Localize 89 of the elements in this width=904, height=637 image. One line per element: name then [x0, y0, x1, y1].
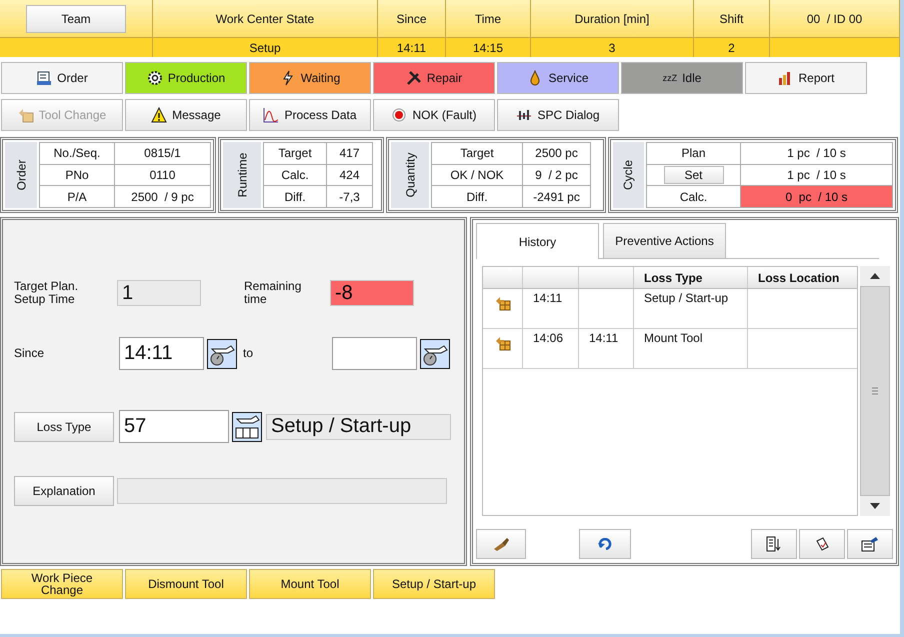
action-button[interactable]: Setup / Start-up [373, 569, 495, 599]
state-button[interactable]: Repair [373, 62, 495, 94]
field-label: Target Plan. Setup Time [14, 280, 80, 306]
brush-icon[interactable] [476, 529, 526, 559]
form-edit-icon[interactable] [847, 529, 893, 559]
table-cell: Mount Tool [644, 331, 702, 345]
header-value: 3 [531, 37, 694, 57]
header-value: 14:15 [446, 37, 531, 57]
input-field[interactable]: 57 [119, 410, 229, 443]
field-label: No./Seq. [54, 146, 100, 160]
readonly-field: -8 [330, 280, 414, 306]
clock-hand-icon[interactable] [207, 338, 237, 368]
readonly-field: 1 [117, 280, 201, 306]
field-label: Plan [681, 146, 706, 160]
tool-change-icon [494, 295, 510, 311]
function-button[interactable]: Process Data [249, 99, 371, 131]
header-value: Setup [153, 37, 378, 57]
state-button[interactable]: zzZ Idle [621, 62, 743, 94]
field-label: PNo [65, 168, 89, 182]
loss-type-button[interactable]: Loss Type [14, 412, 114, 442]
state-button[interactable]: Waiting [249, 62, 371, 94]
field-label: Calc. [281, 168, 309, 182]
tab[interactable]: History [476, 223, 599, 259]
input-field[interactable]: 14:11 [119, 337, 204, 370]
team-button[interactable]: Team [26, 4, 126, 32]
header-value: 14:11 [378, 37, 446, 57]
section-title: Cycle [622, 160, 636, 190]
scrollbar[interactable] [860, 266, 890, 516]
gear-icon [146, 70, 163, 86]
document-icon [36, 70, 52, 86]
field-label: P/A [67, 190, 87, 204]
record-icon [391, 107, 408, 123]
undo-icon[interactable] [579, 529, 631, 559]
input-field[interactable] [332, 337, 417, 370]
column-header: Loss Location [757, 270, 840, 286]
section-title: Runtime [235, 152, 249, 198]
section-title: Order [14, 160, 28, 190]
tab[interactable]: Preventive Actions [603, 223, 726, 258]
value-cell: 0 pc / 10 s [741, 186, 892, 208]
section-title: Quantity [403, 152, 417, 198]
state-button[interactable]: Production [125, 62, 247, 94]
tool-change-icon [494, 335, 510, 351]
explanation-button[interactable]: Explanation [14, 476, 114, 506]
control-chart-icon [516, 107, 532, 123]
action-button[interactable]: Dismount Tool [125, 569, 247, 599]
sleep-glyph: zzZ [662, 73, 678, 83]
tools-icon [406, 70, 422, 86]
field-label: Since [14, 347, 46, 360]
scroll-up-icon[interactable] [870, 273, 880, 279]
clock-hand-icon[interactable] [420, 338, 450, 368]
readonly-field: Setup / Start-up [266, 414, 451, 440]
sort-down-icon[interactable] [751, 529, 797, 559]
function-button[interactable]: Message [125, 99, 247, 131]
header-cell: Work Center State [153, 0, 378, 37]
field-label: Remaining time [244, 280, 302, 306]
header-cell: Since [378, 0, 446, 37]
function-button[interactable]: NOK (Fault) [373, 99, 495, 131]
field-label: Diff. [284, 190, 306, 204]
header-cell: 00 / ID 00 [770, 0, 900, 37]
table-cell: 14:11 [589, 331, 618, 345]
box-arrow-icon [18, 107, 34, 123]
field-label: OK / NOK [450, 168, 504, 182]
tag-icon[interactable] [799, 529, 845, 559]
table-cell: Setup / Start-up [644, 291, 728, 305]
table-cell: 14:06 [533, 331, 564, 345]
set-button[interactable]: Set [664, 166, 724, 184]
column-header: Loss Type [634, 267, 748, 288]
field-label: to [243, 347, 254, 360]
curve-chart-icon [263, 107, 280, 123]
action-button[interactable]: Mount Tool [249, 569, 371, 599]
field-label: Calc. [680, 190, 708, 204]
warning-icon [151, 107, 168, 123]
header-cell: Shift [694, 0, 770, 37]
action-button[interactable]: Work Piece Change [1, 569, 123, 599]
state-button[interactable]: Report [745, 62, 867, 94]
header-cell: Duration [min] [531, 0, 694, 37]
grip-icon [872, 387, 878, 395]
scroll-down-icon[interactable] [870, 503, 880, 509]
function-button[interactable]: SPC Dialog [497, 99, 619, 131]
explanation-field[interactable] [117, 478, 447, 504]
field-label: Diff. [466, 190, 488, 204]
state-button[interactable]: Order [1, 62, 123, 94]
field-label: Target [278, 146, 312, 160]
state-button[interactable]: Service [497, 62, 619, 94]
table-cell: 14:11 [533, 291, 562, 305]
keypad-hand-icon[interactable] [232, 412, 262, 442]
header-value: 2 [694, 37, 770, 57]
header-cell: Time [446, 0, 531, 37]
field-label: Target [460, 146, 494, 160]
